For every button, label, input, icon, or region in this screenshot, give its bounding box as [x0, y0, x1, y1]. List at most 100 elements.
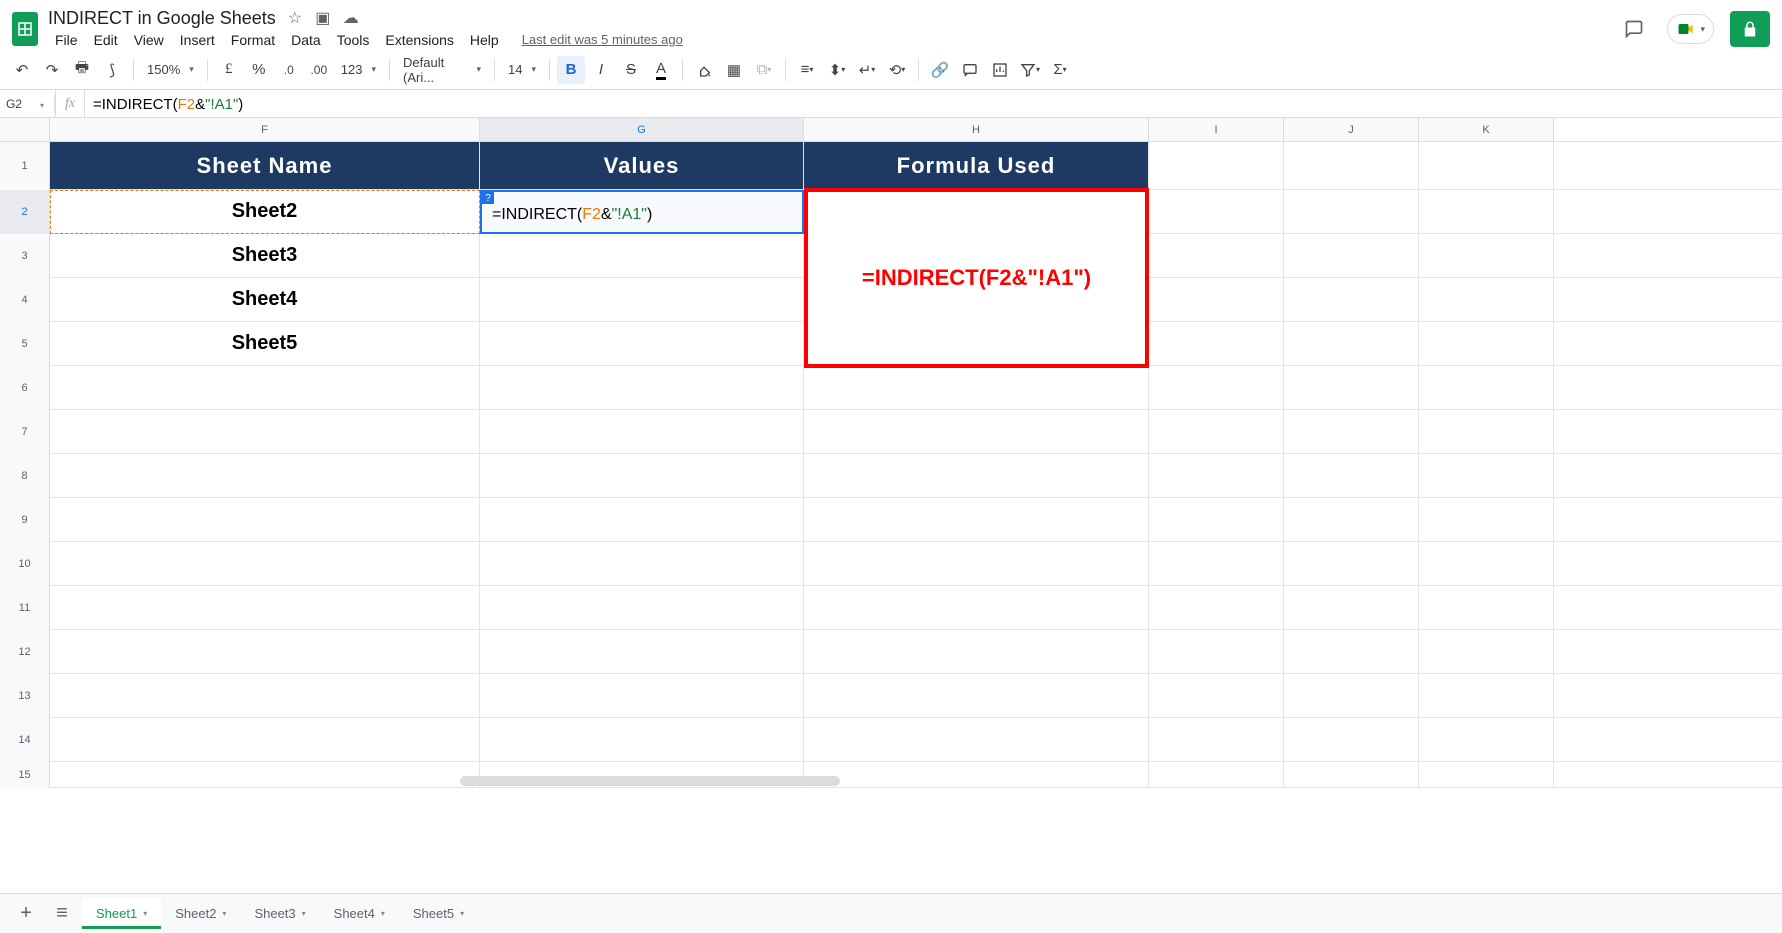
percent-button[interactable]: % — [245, 56, 273, 84]
cell-I13[interactable] — [1149, 674, 1284, 717]
document-title[interactable]: INDIRECT in Google Sheets — [48, 8, 276, 29]
font-size-select[interactable]: 14 — [502, 62, 542, 77]
cell-J14[interactable] — [1284, 718, 1419, 761]
column-header-F[interactable]: F — [50, 118, 480, 141]
cell-G7[interactable] — [480, 410, 804, 453]
sheet-tab-sheet5[interactable]: Sheet5 — [399, 898, 478, 929]
row-header-4[interactable]: 4 — [0, 278, 50, 322]
cell-F13[interactable] — [50, 674, 480, 717]
cell-G11[interactable] — [480, 586, 804, 629]
print-button[interactable]: 🖶 — [68, 56, 96, 84]
row-header-3[interactable]: 3 — [0, 234, 50, 278]
cell-H15[interactable] — [804, 762, 1149, 787]
last-edit-link[interactable]: Last edit was 5 minutes ago — [522, 32, 683, 47]
row-header-15[interactable]: 15 — [0, 762, 50, 788]
cell-I9[interactable] — [1149, 498, 1284, 541]
cell-F9[interactable] — [50, 498, 480, 541]
cell-I6[interactable] — [1149, 366, 1284, 409]
row-header-13[interactable]: 13 — [0, 674, 50, 718]
bold-button[interactable]: B — [557, 56, 585, 84]
cell-K13[interactable] — [1419, 674, 1554, 717]
currency-button[interactable]: £ — [215, 56, 243, 84]
spreadsheet-grid[interactable]: FGHIJK1Sheet NameValuesFormula Used2Shee… — [0, 118, 1782, 893]
cell-I14[interactable] — [1149, 718, 1284, 761]
zoom-select[interactable]: 150% — [141, 62, 200, 77]
cell-K14[interactable] — [1419, 718, 1554, 761]
cell-F11[interactable] — [50, 586, 480, 629]
sheet-tab-sheet3[interactable]: Sheet3 — [240, 898, 319, 929]
cell-F3[interactable]: Sheet3 — [50, 234, 480, 277]
insert-chart-button[interactable] — [986, 56, 1014, 84]
cell-I15[interactable] — [1149, 762, 1284, 787]
cell-H10[interactable] — [804, 542, 1149, 585]
cell-J10[interactable] — [1284, 542, 1419, 585]
horizontal-align-button[interactable]: ≡▾ — [793, 56, 821, 84]
cell-F6[interactable] — [50, 366, 480, 409]
cell-I12[interactable] — [1149, 630, 1284, 673]
text-wrap-button[interactable]: ↵▾ — [853, 56, 881, 84]
cell-J13[interactable] — [1284, 674, 1419, 717]
cell-H12[interactable] — [804, 630, 1149, 673]
row-header-7[interactable]: 7 — [0, 410, 50, 454]
vertical-align-button[interactable]: ⬍▾ — [823, 56, 851, 84]
cell-G4[interactable] — [480, 278, 804, 321]
cell-H6[interactable] — [804, 366, 1149, 409]
menu-view[interactable]: View — [127, 28, 171, 52]
decrease-decimal-button[interactable]: .0 — [275, 56, 303, 84]
cell-I7[interactable] — [1149, 410, 1284, 453]
cell-G5[interactable] — [480, 322, 804, 365]
cloud-status-icon[interactable]: ☁ — [342, 8, 360, 28]
cell-G12[interactable] — [480, 630, 804, 673]
cell-K10[interactable] — [1419, 542, 1554, 585]
comments-icon[interactable] — [1617, 12, 1651, 46]
functions-button[interactable]: Σ▾ — [1046, 56, 1074, 84]
row-header-2[interactable]: 2 — [0, 190, 50, 234]
text-rotation-button[interactable]: ⟲▾ — [883, 56, 911, 84]
cell-K1[interactable] — [1419, 142, 1554, 189]
borders-button[interactable]: ▦ — [720, 56, 748, 84]
cell-G1[interactable]: Values — [480, 142, 804, 189]
column-header-I[interactable]: I — [1149, 118, 1284, 141]
sheet-tab-sheet1[interactable]: Sheet1 — [82, 898, 161, 929]
cell-K4[interactable] — [1419, 278, 1554, 321]
cell-J4[interactable] — [1284, 278, 1419, 321]
name-box[interactable]: G2 — [0, 95, 55, 113]
cell-F4[interactable]: Sheet4 — [50, 278, 480, 321]
cell-K9[interactable] — [1419, 498, 1554, 541]
cell-G3[interactable] — [480, 234, 804, 277]
cell-K3[interactable] — [1419, 234, 1554, 277]
row-header-1[interactable]: 1 — [0, 142, 50, 190]
menu-data[interactable]: Data — [284, 28, 328, 52]
cell-J5[interactable] — [1284, 322, 1419, 365]
select-all-corner[interactable] — [0, 118, 50, 141]
row-header-6[interactable]: 6 — [0, 366, 50, 410]
formula-input[interactable]: =INDIRECT(F2&"!A1") — [85, 93, 1782, 115]
horizontal-scrollbar[interactable] — [460, 776, 840, 786]
cell-J6[interactable] — [1284, 366, 1419, 409]
cell-F8[interactable] — [50, 454, 480, 497]
column-header-K[interactable]: K — [1419, 118, 1554, 141]
menu-file[interactable]: File — [48, 28, 85, 52]
cell-I1[interactable] — [1149, 142, 1284, 189]
insert-link-button[interactable]: 🔗 — [926, 56, 954, 84]
cell-H7[interactable] — [804, 410, 1149, 453]
cell-F5[interactable]: Sheet5 — [50, 322, 480, 365]
strikethrough-button[interactable]: S — [617, 56, 645, 84]
cell-K2[interactable] — [1419, 190, 1554, 233]
cell-H13[interactable] — [804, 674, 1149, 717]
insert-comment-button[interactable] — [956, 56, 984, 84]
cell-I8[interactable] — [1149, 454, 1284, 497]
cell-G13[interactable] — [480, 674, 804, 717]
cell-J15[interactable] — [1284, 762, 1419, 787]
menu-insert[interactable]: Insert — [173, 28, 222, 52]
number-format-select[interactable]: 123 — [335, 62, 382, 77]
cell-F14[interactable] — [50, 718, 480, 761]
redo-button[interactable]: ↷ — [38, 56, 66, 84]
cell-G8[interactable] — [480, 454, 804, 497]
paint-format-button[interactable]: ⟆ — [98, 56, 126, 84]
cell-G9[interactable] — [480, 498, 804, 541]
undo-button[interactable]: ↶ — [8, 56, 36, 84]
menu-tools[interactable]: Tools — [330, 28, 377, 52]
sheet-tab-sheet4[interactable]: Sheet4 — [320, 898, 399, 929]
italic-button[interactable]: I — [587, 56, 615, 84]
